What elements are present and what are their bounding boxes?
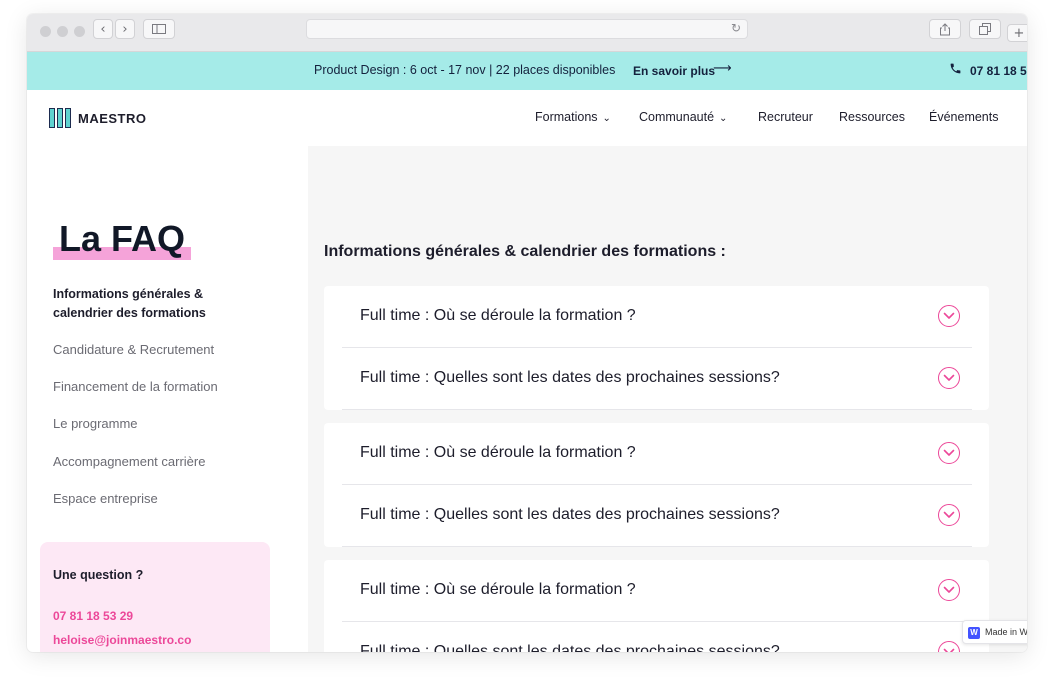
chevron-down-icon[interactable]	[938, 305, 960, 327]
nav-item-ressources[interactable]: Ressources	[839, 110, 905, 124]
phone-icon	[950, 63, 961, 74]
sidebar-item-espace-entreprise[interactable]: Espace entreprise	[53, 489, 253, 508]
sidebar-toggle-button[interactable]	[143, 19, 175, 39]
faq-item[interactable]: Full time : Où se déroule la formation ?	[342, 560, 972, 622]
promo-learn-more-link[interactable]: En savoir plus	[633, 64, 715, 78]
contact-box: Une question ? 07 81 18 53 29 heloise@jo…	[40, 542, 270, 652]
webflow-logo-icon: W	[968, 627, 980, 639]
faq-card: Full time : Où se déroule la formation ?…	[324, 560, 989, 652]
nav-item-label: Formations	[535, 110, 598, 124]
faq-question: Full time : Où se déroule la formation ?	[360, 581, 636, 598]
nav-item-communaute[interactable]: Communauté ⌄	[639, 110, 727, 124]
main-navigation: MAESTRO Formations ⌄ Communauté ⌄ Recruteu…	[27, 90, 1027, 146]
reload-icon[interactable]: ↻	[731, 21, 741, 35]
share-button[interactable]	[929, 19, 961, 39]
nav-item-recruteur[interactable]: Recruteur	[758, 110, 813, 124]
close-window-button[interactable]	[40, 26, 51, 37]
sidebar-item-programme[interactable]: Le programme	[53, 414, 253, 433]
chevron-down-icon: ⌄	[602, 113, 611, 124]
forward-button[interactable]: ›	[115, 19, 135, 39]
badge-text: Made in Webflow	[985, 627, 1027, 637]
contact-email-link[interactable]: heloise@joinmaestro.co	[53, 633, 191, 647]
address-bar[interactable]: ↻	[306, 19, 748, 39]
faq-question: Full time : Quelles sont les dates des p…	[360, 369, 780, 386]
plus-icon: +	[1013, 25, 1025, 41]
minimize-window-button[interactable]	[57, 26, 68, 37]
faq-question: Full time : Où se déroule la formation ?	[360, 307, 636, 324]
promo-phone-link[interactable]: 07 81 18 5	[970, 64, 1027, 78]
sidebar-icon	[152, 24, 166, 34]
faq-item[interactable]: Full time : Quelles sont les dates des p…	[342, 622, 972, 652]
chevron-down-icon[interactable]	[938, 367, 960, 389]
promo-banner: Product Design : 6 oct - 17 nov | 22 pla…	[27, 52, 1027, 90]
arrow-right-icon[interactable]: ⟶	[713, 61, 732, 76]
faq-title-block: La FAQ	[53, 218, 191, 262]
chevron-right-icon: ›	[122, 21, 128, 37]
faq-item[interactable]: Full time : Quelles sont les dates des p…	[342, 485, 972, 547]
nav-item-label: Communauté	[639, 110, 715, 124]
sidebar-item-informations-generales[interactable]: Informations générales & calendrier des …	[53, 285, 233, 323]
chevron-down-icon[interactable]	[938, 442, 960, 464]
nav-item-formations[interactable]: Formations ⌄	[535, 110, 611, 124]
made-in-webflow-badge[interactable]: W Made in Webflow	[962, 620, 1027, 644]
tabs-overview-button[interactable]	[969, 19, 1001, 39]
sidebar-item-accompagnement[interactable]: Accompagnement carrière	[53, 452, 253, 471]
faq-item[interactable]: Full time : Quelles sont les dates des p…	[342, 348, 972, 410]
nav-item-label: Événements	[929, 110, 999, 124]
section-heading: Informations générales & calendrier des …	[324, 243, 726, 260]
contact-title: Une question ?	[53, 568, 144, 582]
sidebar-item-candidature[interactable]: Candidature & Recrutement	[53, 340, 253, 359]
chevron-down-icon[interactable]	[938, 504, 960, 526]
new-tab-button[interactable]: +	[1007, 24, 1027, 42]
faq-question: Full time : Quelles sont les dates des p…	[360, 506, 780, 523]
page-title: La FAQ	[59, 218, 186, 259]
chevron-down-icon[interactable]	[938, 579, 960, 601]
maestro-logo-icon[interactable]	[49, 108, 72, 128]
faq-card: Full time : Où se déroule la formation ?…	[324, 423, 989, 547]
nav-item-evenements[interactable]: Événements	[929, 110, 998, 124]
back-button[interactable]: ‹	[93, 19, 113, 39]
chevron-down-icon[interactable]	[938, 641, 960, 652]
maximize-window-button[interactable]	[74, 26, 85, 37]
chevron-left-icon: ‹	[100, 21, 106, 37]
logo-text[interactable]: MAESTRO	[78, 111, 147, 126]
faq-question: Full time : Où se déroule la formation ?	[360, 444, 636, 461]
browser-window: ‹ › ↻ + Product Design : 6 oct - 17 nov …	[27, 14, 1027, 652]
promo-text: Product Design : 6 oct - 17 nov | 22 pla…	[314, 63, 616, 77]
faq-question: Full time : Quelles sont les dates des p…	[360, 643, 780, 652]
faq-item[interactable]: Full time : Où se déroule la formation ?	[342, 423, 972, 485]
chevron-down-icon: ⌄	[719, 113, 728, 124]
nav-item-label: Recruteur	[758, 110, 813, 124]
faq-item[interactable]: Full time : Où se déroule la formation ?	[342, 286, 972, 348]
faq-card: Full time : Où se déroule la formation ?…	[324, 286, 989, 410]
nav-item-label: Ressources	[839, 110, 905, 124]
contact-phone-link[interactable]: 07 81 18 53 29	[53, 609, 133, 623]
share-icon	[940, 22, 950, 35]
sidebar-item-financement[interactable]: Financement de la formation	[53, 377, 253, 396]
tabs-icon	[979, 23, 991, 35]
browser-toolbar: ‹ › ↻ +	[27, 14, 1027, 52]
